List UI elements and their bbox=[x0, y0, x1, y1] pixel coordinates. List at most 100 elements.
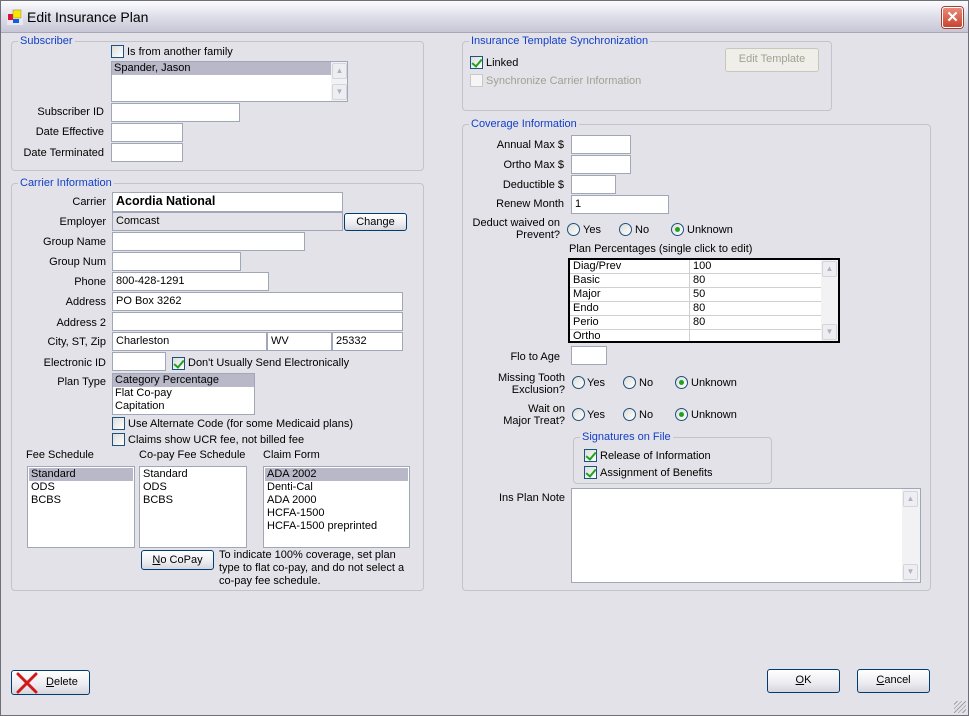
fee-schedule-item[interactable]: ODS bbox=[29, 481, 133, 494]
plan-percentage-category[interactable]: Diag/Prev bbox=[570, 260, 690, 273]
copay-schedule-label: Co-pay Fee Schedule bbox=[139, 449, 246, 461]
plan-percentage-row[interactable]: Endo 80 bbox=[570, 302, 822, 316]
subscriber-id-input[interactable] bbox=[111, 103, 240, 122]
delete-button[interactable]: Delete bbox=[11, 670, 90, 695]
edit-template-button[interactable]: Edit Template bbox=[725, 48, 819, 72]
sync-carrier-checkbox[interactable] bbox=[470, 74, 483, 87]
plan-percentage-category[interactable]: Basic bbox=[570, 274, 690, 287]
claim-form-item[interactable]: Denti-Cal bbox=[265, 481, 408, 494]
carrier-input[interactable]: Acordia National bbox=[112, 192, 343, 212]
subscriber-list[interactable]: Spander, Jason ▲ ▼ bbox=[111, 61, 348, 102]
ins-plan-note-scrollbar[interactable]: ▲ ▼ bbox=[902, 489, 920, 582]
plan-percentage-value[interactable]: 100 bbox=[690, 260, 822, 273]
close-button[interactable]: ✕ bbox=[942, 7, 963, 28]
plan-type-item[interactable]: Category Percentage bbox=[113, 374, 254, 387]
claim-form-list[interactable]: ADA 2002 Denti-Cal ADA 2000 HCFA-1500 HC… bbox=[263, 466, 410, 548]
fee-schedule-item[interactable]: BCBS bbox=[29, 494, 133, 507]
copay-schedule-list[interactable]: Standard ODS BCBS bbox=[139, 466, 247, 548]
scroll-down-icon[interactable]: ▼ bbox=[822, 324, 837, 340]
wait-major-yes-radio[interactable] bbox=[572, 408, 585, 421]
plan-percentage-value[interactable]: 80 bbox=[690, 316, 822, 329]
plan-percentage-row[interactable]: Diag/Prev 100 bbox=[570, 260, 822, 274]
missing-tooth-unknown-radio[interactable] bbox=[675, 376, 688, 389]
deduct-waived-yes-label: Yes bbox=[583, 224, 601, 236]
plan-percentage-row[interactable]: Perio 80 bbox=[570, 316, 822, 330]
group-name-label: Group Name bbox=[43, 236, 106, 248]
plan-percentage-value[interactable] bbox=[690, 330, 822, 341]
claim-form-item[interactable]: HCFA-1500 bbox=[265, 507, 408, 520]
fee-schedule-list[interactable]: Standard ODS BCBS bbox=[27, 466, 135, 548]
scroll-down-icon[interactable]: ▼ bbox=[903, 564, 918, 580]
plan-percentage-row[interactable]: Major 50 bbox=[570, 288, 822, 302]
phone-input[interactable]: 800-428-1291 bbox=[112, 272, 269, 291]
scroll-up-icon[interactable]: ▲ bbox=[822, 261, 837, 277]
electronic-id-input[interactable] bbox=[112, 352, 166, 371]
ok-button[interactable]: OK bbox=[767, 669, 840, 693]
subscriber-list-item[interactable]: Spander, Jason bbox=[112, 62, 331, 75]
plan-percentage-row[interactable]: Basic 80 bbox=[570, 274, 822, 288]
plan-type-item[interactable]: Flat Co-pay bbox=[113, 387, 254, 400]
change-employer-button[interactable]: Change bbox=[344, 213, 407, 231]
copay-schedule-item[interactable]: BCBS bbox=[141, 494, 245, 507]
renew-month-input[interactable]: 1 bbox=[571, 195, 669, 214]
plan-percentages-grid[interactable]: Diag/Prev 100 Basic 80 Major 50 Endo 80 Perio 80 O… bbox=[568, 258, 840, 343]
plan-type-list[interactable]: Category Percentage Flat Co-pay Capitati… bbox=[112, 373, 255, 415]
plan-percentage-category[interactable]: Ortho bbox=[570, 330, 690, 341]
claim-form-item[interactable]: ADA 2002 bbox=[265, 468, 408, 481]
wait-major-unknown-radio[interactable] bbox=[675, 408, 688, 421]
assignment-benefits-checkbox[interactable] bbox=[584, 466, 597, 479]
missing-tooth-no-label: No bbox=[639, 377, 654, 389]
address-input[interactable]: PO Box 3262 bbox=[112, 292, 403, 311]
copay-schedule-item[interactable]: ODS bbox=[141, 481, 245, 494]
release-info-checkbox[interactable] bbox=[584, 449, 597, 462]
ucr-fee-checkbox[interactable] bbox=[112, 433, 125, 446]
plan-percentage-category[interactable]: Major bbox=[570, 288, 690, 301]
plan-percentage-value[interactable]: 80 bbox=[690, 302, 822, 315]
title-bar[interactable]: Edit Insurance Plan ✕ bbox=[1, 1, 968, 33]
city-input[interactable]: Charleston bbox=[112, 332, 267, 351]
claim-form-item[interactable]: HCFA-1500 preprinted bbox=[265, 520, 408, 533]
state-input[interactable]: WV bbox=[267, 332, 332, 351]
group-name-input[interactable] bbox=[112, 232, 305, 251]
deduct-waived-unknown-radio[interactable] bbox=[671, 223, 684, 236]
plan-percentages-scrollbar[interactable]: ▲ ▼ bbox=[821, 260, 838, 341]
zip-input[interactable]: 25332 bbox=[332, 332, 403, 351]
address2-input[interactable] bbox=[112, 312, 403, 331]
plan-percentage-value[interactable]: 80 bbox=[690, 274, 822, 287]
cancel-button[interactable]: Cancel bbox=[857, 669, 930, 693]
plan-percentage-value[interactable]: 50 bbox=[690, 288, 822, 301]
resize-grip[interactable] bbox=[954, 701, 966, 713]
ins-plan-note-textarea[interactable]: ▲ ▼ bbox=[571, 488, 921, 583]
subscriber-list-scrollbar[interactable]: ▲ ▼ bbox=[331, 62, 347, 101]
plan-percentage-category[interactable]: Perio bbox=[570, 316, 690, 329]
flo-to-age-input[interactable] bbox=[571, 346, 607, 365]
date-terminated-input[interactable] bbox=[111, 143, 183, 162]
missing-tooth-no-radio[interactable] bbox=[623, 376, 636, 389]
scroll-down-icon[interactable]: ▼ bbox=[332, 84, 347, 100]
plan-percentage-row[interactable]: Ortho bbox=[570, 330, 822, 341]
missing-tooth-unknown-label: Unknown bbox=[691, 377, 737, 389]
group-num-input[interactable] bbox=[112, 252, 241, 271]
no-copay-button[interactable]: No CoPay bbox=[141, 550, 214, 570]
app-icon bbox=[7, 9, 23, 25]
claim-form-item[interactable]: ADA 2000 bbox=[265, 494, 408, 507]
dont-send-electronically-checkbox[interactable] bbox=[172, 357, 185, 370]
plan-percentage-category[interactable]: Endo bbox=[570, 302, 690, 315]
copay-schedule-item[interactable]: Standard bbox=[141, 468, 245, 481]
annual-max-input[interactable] bbox=[571, 135, 631, 154]
wait-major-no-radio[interactable] bbox=[623, 408, 636, 421]
alternate-code-checkbox[interactable] bbox=[112, 417, 125, 430]
linked-checkbox[interactable] bbox=[470, 56, 483, 69]
other-family-checkbox[interactable] bbox=[111, 45, 124, 58]
missing-tooth-yes-radio[interactable] bbox=[572, 376, 585, 389]
deductible-input[interactable] bbox=[571, 175, 616, 194]
date-effective-input[interactable] bbox=[111, 123, 183, 142]
wait-major-no-label: No bbox=[639, 409, 654, 421]
deduct-waived-no-radio[interactable] bbox=[619, 223, 632, 236]
plan-type-item[interactable]: Capitation bbox=[113, 400, 254, 413]
fee-schedule-item[interactable]: Standard bbox=[29, 468, 133, 481]
scroll-up-icon[interactable]: ▲ bbox=[332, 63, 347, 79]
scroll-up-icon[interactable]: ▲ bbox=[903, 491, 918, 507]
ortho-max-input[interactable] bbox=[571, 155, 631, 174]
deduct-waived-yes-radio[interactable] bbox=[567, 223, 580, 236]
